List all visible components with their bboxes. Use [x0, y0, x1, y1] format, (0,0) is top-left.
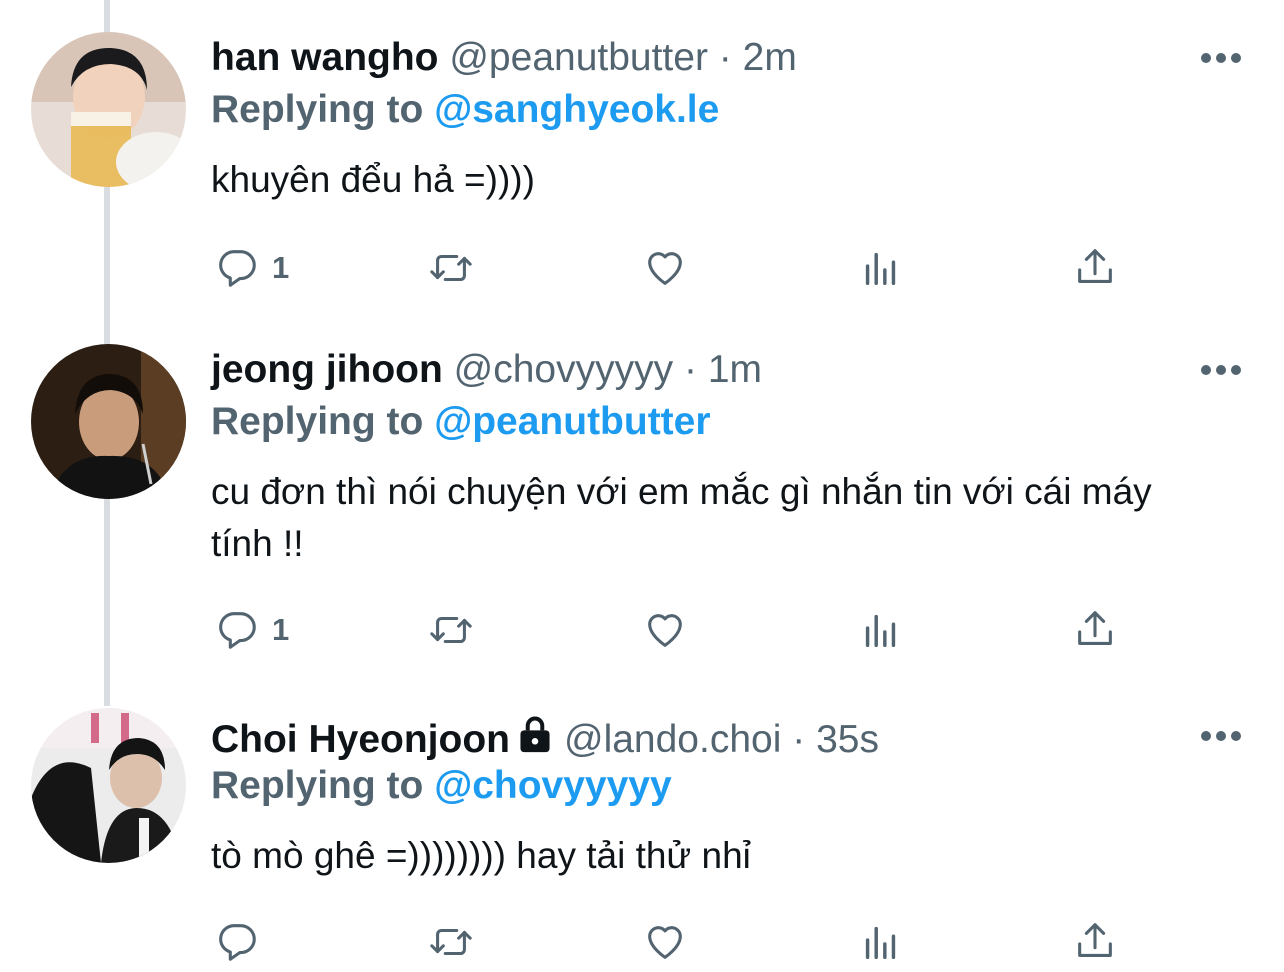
reply-button[interactable]: 1 [214, 243, 289, 293]
share-icon [1078, 249, 1112, 283]
replying-label: Replying to [211, 764, 424, 807]
retweet-button[interactable] [428, 605, 474, 655]
like-icon [648, 614, 682, 647]
reply-count: 1 [272, 612, 290, 647]
replying-to: Replying to @sanghyeok.le [211, 88, 719, 132]
views-button[interactable] [858, 243, 904, 293]
mention-link[interactable]: @sanghyeok.le [434, 88, 719, 131]
mention-link[interactable]: @chovyyyyy [434, 764, 672, 807]
tweet-header: Choi Hyeonjoon @lando.choi · 35s [211, 714, 879, 762]
retweet-button[interactable] [428, 917, 474, 967]
avatar[interactable] [31, 708, 186, 863]
display-name[interactable]: han wangho [211, 36, 439, 79]
share-icon [1078, 611, 1112, 645]
reply-button[interactable]: 1 [214, 605, 289, 655]
share-icon [1078, 923, 1112, 957]
tweet-header: jeong jihoon @chovyyyyy · 1m [211, 348, 762, 392]
reply-count: 1 [272, 250, 290, 285]
avatar-photo [31, 344, 186, 499]
views-icon [865, 926, 896, 960]
retweet-button[interactable] [428, 243, 474, 293]
reply-button[interactable] [214, 917, 272, 967]
tweet-text: tò mò ghê =)))))))) hay tải thử nhỉ [211, 835, 751, 876]
avatar[interactable] [31, 32, 186, 187]
separator: · [718, 36, 732, 79]
like-button[interactable] [642, 605, 688, 655]
share-button[interactable] [1072, 917, 1118, 967]
more-icon[interactable] [1200, 364, 1242, 376]
views-button[interactable] [858, 917, 904, 967]
retweet-icon [430, 928, 472, 956]
views-icon [865, 614, 896, 648]
like-icon [648, 252, 682, 285]
views-icon [865, 252, 896, 286]
replying-to: Replying to @peanutbutter [211, 400, 711, 444]
tweet-text: cu đơn thì nói chuyện với em mắc gì nhắn… [211, 471, 1152, 564]
display-name[interactable]: Choi Hyeonjoon [211, 718, 510, 761]
reply-icon [219, 250, 256, 287]
more-icon[interactable] [1200, 52, 1242, 64]
action-bar [0, 917, 1284, 967]
reply-icon [219, 924, 256, 961]
display-name[interactable]: jeong jihoon [211, 348, 443, 391]
views-button[interactable] [858, 605, 904, 655]
tweet-text: khuyên đểu hả =)))) [211, 159, 535, 200]
avatar-photo [31, 708, 186, 863]
replying-label: Replying to [211, 88, 424, 131]
timestamp[interactable]: 2m [743, 36, 797, 79]
like-button[interactable] [642, 243, 688, 293]
separator: · [792, 718, 806, 761]
action-bar: 1 [0, 243, 1284, 293]
action-bar: 1 [0, 605, 1284, 655]
like-icon [648, 926, 682, 959]
replying-to: Replying to @chovyyyyy [211, 764, 672, 808]
user-handle[interactable]: @chovyyyyy [454, 348, 673, 391]
timestamp[interactable]: 35s [816, 718, 879, 761]
tweet-header: han wangho @peanutbutter · 2m [211, 36, 797, 80]
avatar-photo [31, 32, 186, 187]
share-button[interactable] [1072, 243, 1118, 293]
retweet-icon [430, 616, 472, 644]
lock-icon [520, 716, 550, 753]
user-handle[interactable]: @lando.choi [564, 718, 781, 761]
more-icon[interactable] [1200, 730, 1242, 742]
user-handle[interactable]: @peanutbutter [449, 36, 708, 79]
retweet-icon [430, 254, 472, 282]
avatar[interactable] [31, 344, 186, 499]
like-button[interactable] [642, 917, 688, 967]
replying-label: Replying to [211, 400, 424, 443]
timestamp[interactable]: 1m [708, 348, 762, 391]
reply-icon [219, 612, 256, 649]
share-button[interactable] [1072, 605, 1118, 655]
separator: · [683, 348, 697, 391]
mention-link[interactable]: @peanutbutter [434, 400, 710, 443]
